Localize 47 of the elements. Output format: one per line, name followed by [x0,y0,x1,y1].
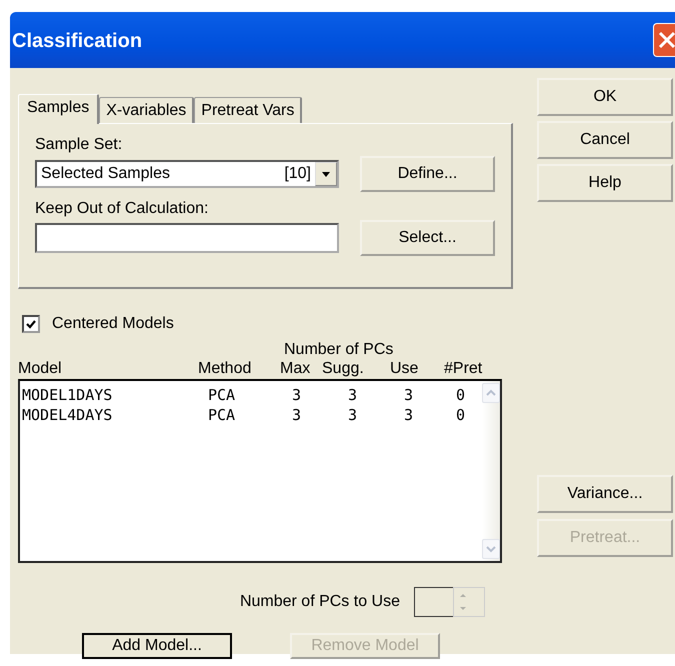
column-header: Method [198,359,252,379]
table-cell: 3 [348,385,358,405]
table-cell: 3 [348,405,358,425]
checkmark-icon [25,318,37,330]
sample-set-dropdown[interactable]: Selected Samples [10] [35,160,339,188]
column-group-header: Number of PCs [284,341,394,359]
dialog-button[interactable]: Variance... [537,475,673,513]
scroll-down-button[interactable] [482,539,500,559]
caret-down-icon [486,545,496,553]
table-cell: PCA [208,405,236,425]
scrollbar[interactable] [482,381,500,561]
column-header: Max [280,359,310,379]
table-cell: 0 [456,385,466,405]
model-button[interactable]: Add Model... [82,633,232,659]
pcs-to-use-label: Number of PCs to Use [240,593,400,611]
field-label: Sample Set: [35,136,122,154]
keep-out-field[interactable] [35,223,339,253]
define-button[interactable]: Define... [360,156,495,192]
column-header: #Pret [444,359,482,379]
dialog-button[interactable]: Cancel [537,121,673,159]
pcs-spinner[interactable] [414,587,485,617]
dialog-button[interactable]: Help [537,164,673,202]
column-header: Sugg. [322,359,364,379]
tab[interactable]: X-variables [99,97,194,123]
table-cell: PCA [208,385,236,405]
close-button[interactable] [653,23,675,57]
checkbox[interactable] [22,315,40,333]
model-list[interactable]: MODEL1DAYS PCA 3 3 3 0 MODEL4DAYS PCA 3 3 3 0 [18,379,502,563]
column-header: Use [390,359,418,379]
caret-up-icon [486,389,496,397]
table-cell: 3 [404,385,414,405]
field-label: Keep Out of Calculation: [35,200,208,218]
tab[interactable]: Samples [18,94,100,124]
table-cell: MODEL4DAYS [22,405,112,425]
window-title: Classification [12,30,142,52]
select-button[interactable]: Select... [360,220,495,256]
tab[interactable]: Pretreat Vars [194,97,302,123]
table-cell: 3 [404,405,414,425]
table-cell: 3 [292,405,302,425]
table-cell: MODEL1DAYS [22,385,112,405]
column-header: Model [18,359,62,379]
dialog-button[interactable]: OK [537,78,673,116]
close-icon [657,30,675,50]
table-cell: 0 [456,405,466,425]
checkbox-label: Centered Models [52,315,174,333]
scroll-up-button[interactable] [482,383,500,403]
table-cell: 3 [292,385,302,405]
